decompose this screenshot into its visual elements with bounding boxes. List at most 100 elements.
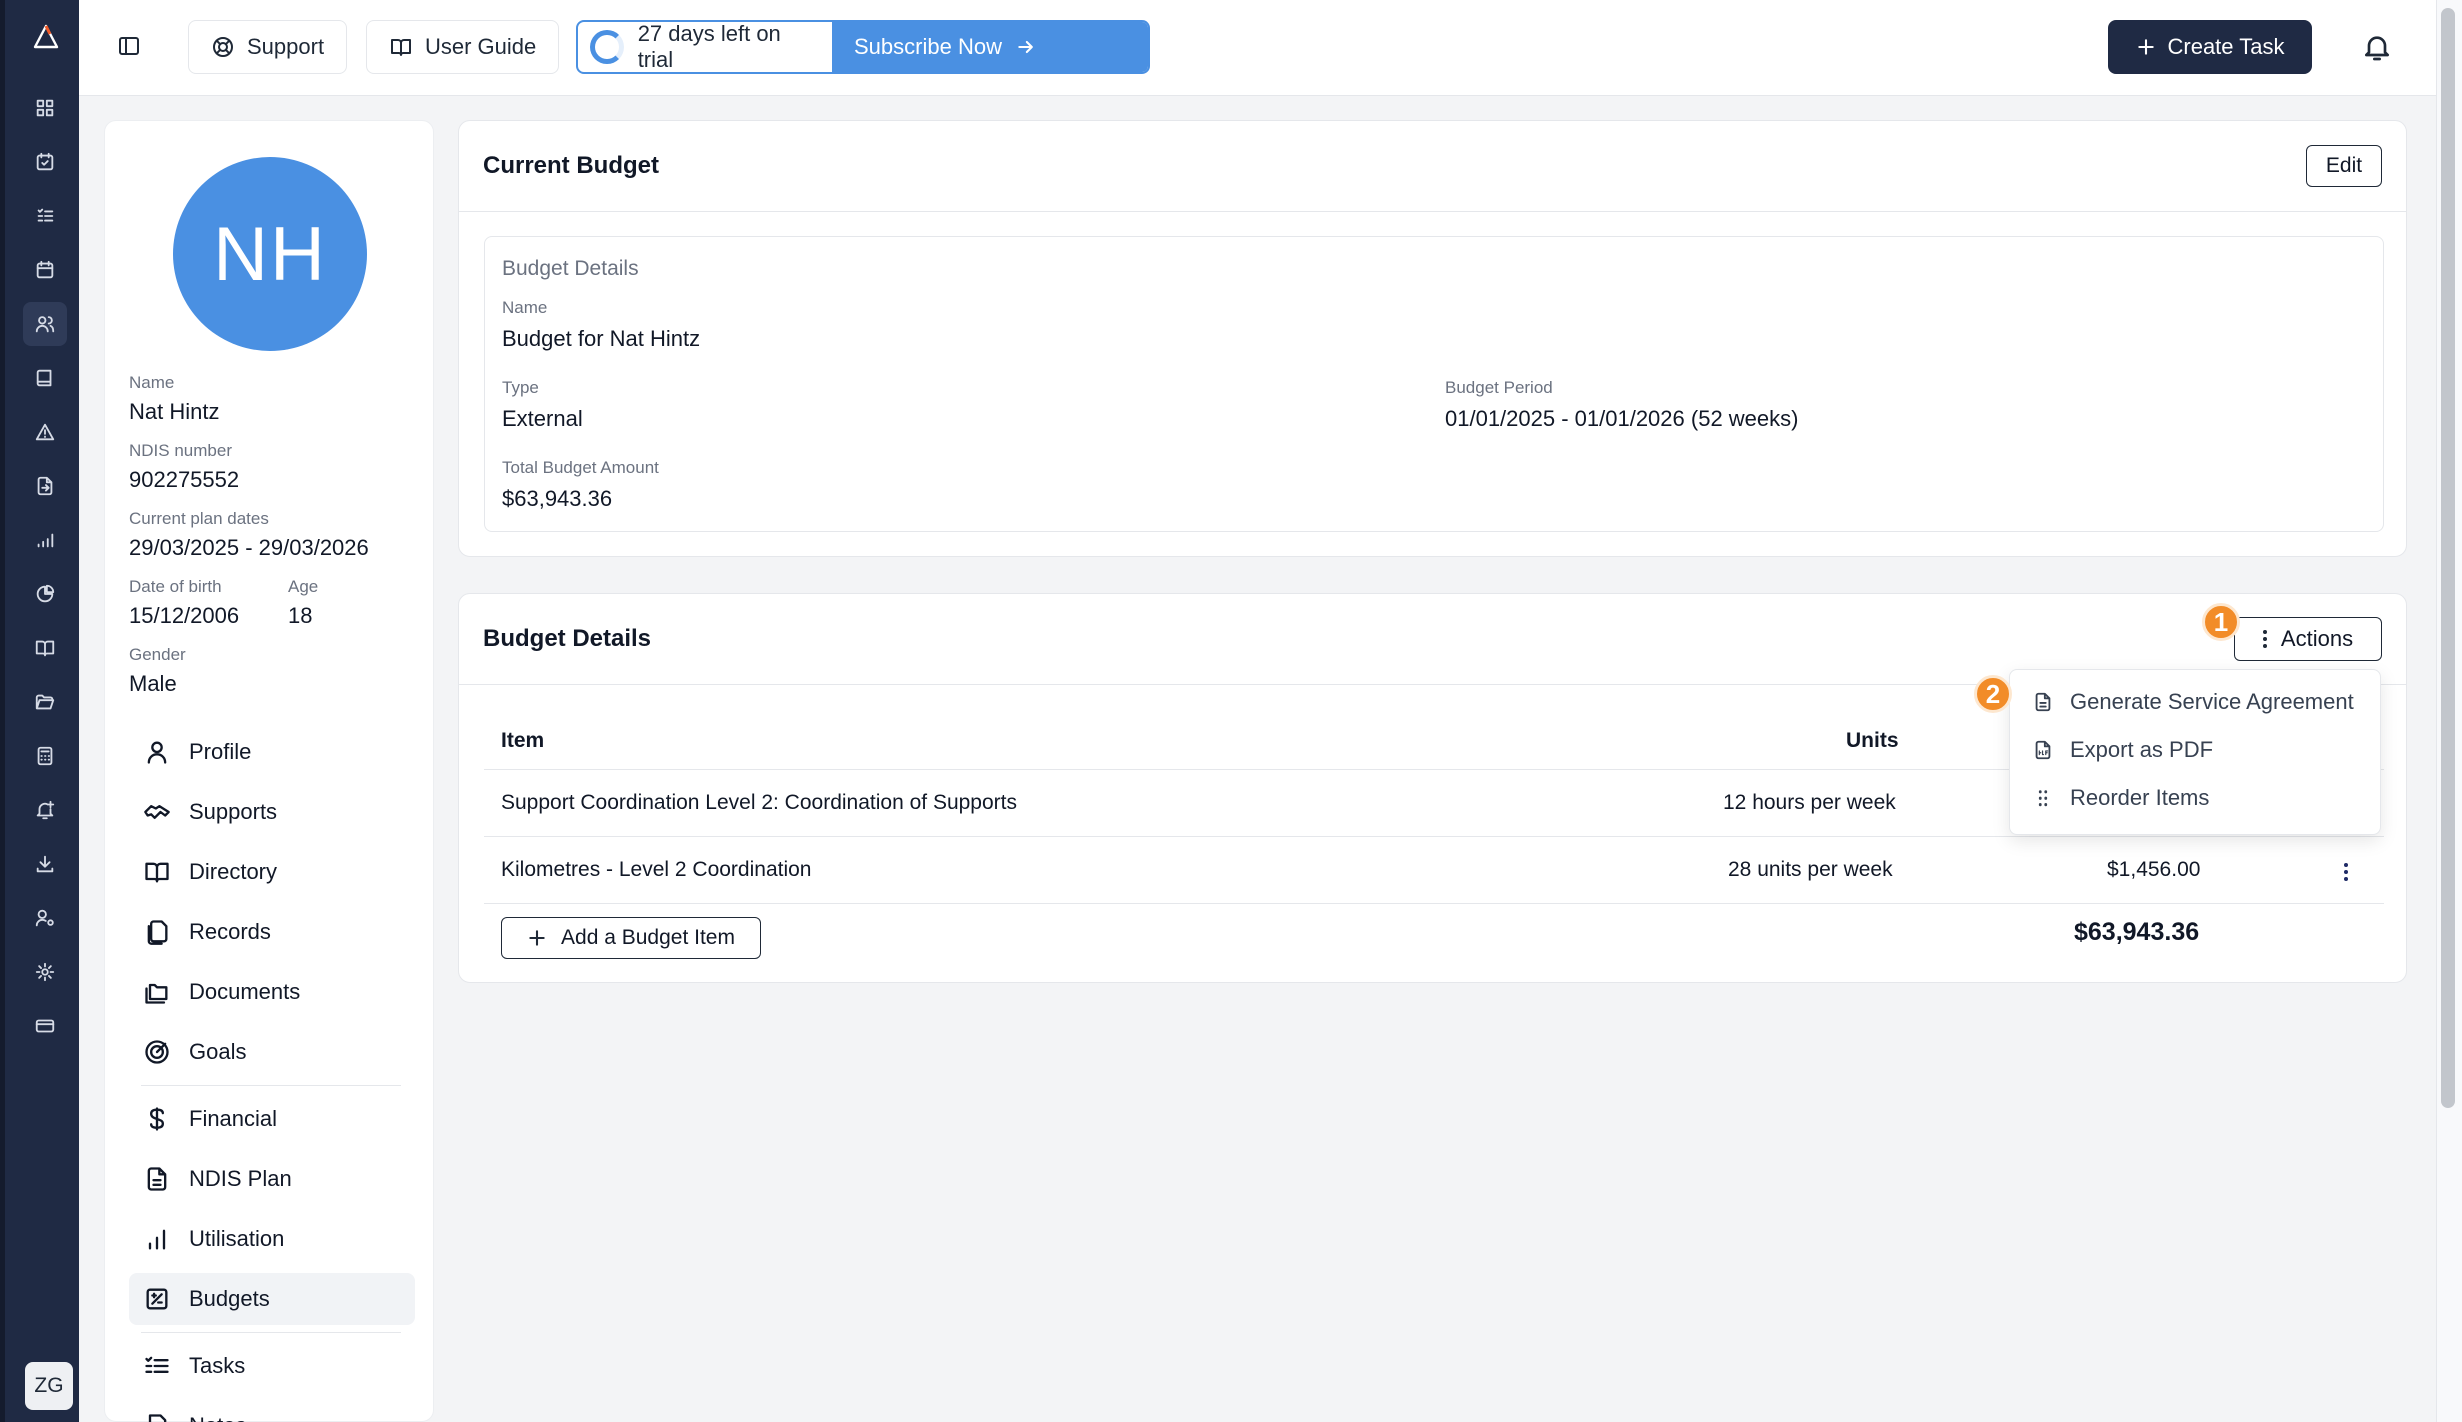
column-header-item: Item — [501, 729, 545, 752]
files-icon — [147, 920, 168, 945]
budget-type-field: Type External — [502, 378, 583, 432]
alert-triangle-icon[interactable] — [23, 410, 67, 454]
target-icon — [145, 1040, 169, 1064]
budget-total-label: Total Budget Amount — [502, 458, 659, 477]
budget-total-field: Total Budget Amount $63,943.36 — [502, 458, 659, 512]
nav-item-tasks[interactable]: Tasks — [129, 1340, 415, 1392]
nav-item-budgets[interactable]: Budgets — [129, 1273, 415, 1325]
add-budget-item-label: Add a Budget Item — [561, 926, 735, 949]
nav-label-financial: Financial — [189, 1106, 278, 1131]
actions-button[interactable]: Actions — [2234, 617, 2382, 661]
menu-item-reorder-items[interactable]: Reorder Items — [2032, 778, 2209, 818]
trial-banner: 27 days left on trial Subscribe Now — [576, 20, 1150, 74]
profile-card: NH Name Nat Hintz NDIS number 902275552 … — [104, 120, 434, 1422]
bar-chart-icon[interactable] — [23, 518, 67, 562]
budget-type-label: Type — [502, 378, 539, 397]
download-icon[interactable] — [23, 842, 67, 886]
ndis-value: 902275552 — [129, 467, 240, 492]
menu-label-reorder: Reorder Items — [2070, 785, 2210, 810]
nav-item-goals[interactable]: Goals — [129, 1026, 415, 1078]
credit-card-icon[interactable] — [23, 1004, 67, 1048]
nav-item-ndis-plan[interactable]: NDIS Plan — [129, 1153, 415, 1205]
nav-item-supports[interactable]: Supports — [129, 786, 415, 838]
settings-icon[interactable] — [23, 950, 67, 994]
plan-dates-value: 29/03/2025 - 29/03/2026 — [129, 535, 369, 560]
nav-item-directory[interactable]: Directory — [129, 846, 415, 898]
create-task-button[interactable]: Create Task — [2108, 20, 2312, 74]
nav-label-goals: Goals — [189, 1039, 247, 1064]
top-bar: Support User Guide 27 days left on trial… — [79, 0, 2436, 96]
nav-item-records[interactable]: Records — [129, 906, 415, 958]
budget-total-value: $63,943.36 — [502, 486, 613, 511]
table-divider — [484, 836, 2384, 837]
budget-period-label: Budget Period — [1445, 378, 1553, 397]
add-budget-item-button[interactable]: Add a Budget Item — [501, 917, 761, 959]
book-open-icon[interactable] — [23, 626, 67, 670]
step-badge-2: 2 — [1974, 675, 2012, 713]
calendar-icon[interactable] — [23, 248, 67, 292]
pie-chart-icon[interactable] — [23, 572, 67, 616]
notifications-button[interactable] — [2357, 27, 2397, 67]
handshake-icon — [144, 805, 170, 819]
calculator-icon[interactable] — [23, 734, 67, 778]
app-logo-icon[interactable] — [31, 22, 61, 52]
folder-open-icon[interactable] — [23, 680, 67, 724]
actions-label: Actions — [2280, 626, 2354, 651]
plan-dates-field: Current plan dates 29/03/2025 - 29/03/20… — [129, 509, 369, 561]
participant-avatar: NH — [173, 157, 367, 351]
subscribe-now-button[interactable]: Subscribe Now — [832, 22, 1148, 72]
grand-total: $63,943.36 — [2074, 918, 2200, 946]
list-icon[interactable] — [23, 194, 67, 238]
nav-divider — [141, 1085, 401, 1086]
actions-menu: Generate Service Agreement Export as PDF… — [2009, 669, 2381, 835]
row-2-units: 28 units per week — [1728, 858, 1893, 881]
nav-label-supports: Supports — [189, 799, 278, 824]
dob-field: Date of birth 15/12/2006 — [129, 577, 239, 629]
trial-progress-ring-icon — [590, 30, 624, 64]
pdf-file-icon — [2035, 740, 2051, 760]
user-cog-icon[interactable] — [23, 896, 67, 940]
plan-dates-label: Current plan dates — [129, 509, 269, 528]
support-button[interactable]: Support — [188, 20, 348, 74]
row-2-item: Kilometres - Level 2 Coordination — [501, 858, 812, 881]
bar-chart-icon — [148, 1229, 166, 1250]
scrollbar-thumb[interactable] — [2441, 8, 2455, 1108]
folders-icon — [145, 983, 168, 1004]
users-icon[interactable] — [23, 302, 67, 346]
menu-item-export-pdf[interactable]: Export as PDF — [2032, 730, 2213, 770]
gender-label: Gender — [129, 645, 186, 664]
subscribe-label: Subscribe Now — [854, 34, 1002, 59]
trial-text: 27 days left on trial — [637, 21, 781, 72]
name-value: Nat Hintz — [129, 399, 220, 424]
edit-budget-button[interactable]: Edit — [2306, 145, 2382, 187]
dashboard-icon[interactable] — [23, 86, 67, 130]
nav-item-notes[interactable]: Notes — [129, 1400, 415, 1422]
book-icon[interactable] — [23, 356, 67, 400]
menu-label-export: Export as PDF — [2070, 737, 2214, 762]
nav-label-utilisation: Utilisation — [189, 1226, 285, 1251]
budget-details-box — [484, 236, 2384, 532]
ndis-field: NDIS number 902275552 — [129, 441, 239, 493]
calendar-check-icon[interactable] — [23, 140, 67, 184]
nav-item-financial[interactable]: Financial — [129, 1093, 415, 1145]
nav-divider — [141, 1332, 401, 1333]
bell-plus-icon[interactable] — [23, 788, 67, 832]
notes-icon — [148, 1414, 167, 1422]
table-divider — [484, 903, 2384, 904]
file-export-icon[interactable] — [23, 464, 67, 508]
sidebar-toggle-button[interactable] — [113, 30, 145, 62]
nav-item-profile[interactable]: Profile — [129, 726, 415, 778]
name-field: Name Nat Hintz — [129, 373, 219, 425]
nav-item-documents[interactable]: Documents — [129, 966, 415, 1018]
nav-label-directory: Directory — [189, 859, 278, 884]
nav-item-utilisation[interactable]: Utilisation — [129, 1213, 415, 1265]
menu-item-generate-service-agreement[interactable]: Generate Service Agreement — [2032, 682, 2354, 722]
gender-field: Gender Male — [129, 645, 186, 697]
file-text-icon — [147, 1167, 167, 1191]
user-guide-button[interactable]: User Guide — [366, 20, 560, 74]
row-2-menu-button[interactable] — [2336, 858, 2356, 886]
nav-label-profile: Profile — [189, 739, 252, 764]
user-avatar-button[interactable]: ZG — [25, 1362, 73, 1410]
nav-label-documents: Documents — [189, 979, 301, 1004]
budget-period-value: 01/01/2025 - 01/01/2026 (52 weeks) — [1445, 406, 1799, 431]
